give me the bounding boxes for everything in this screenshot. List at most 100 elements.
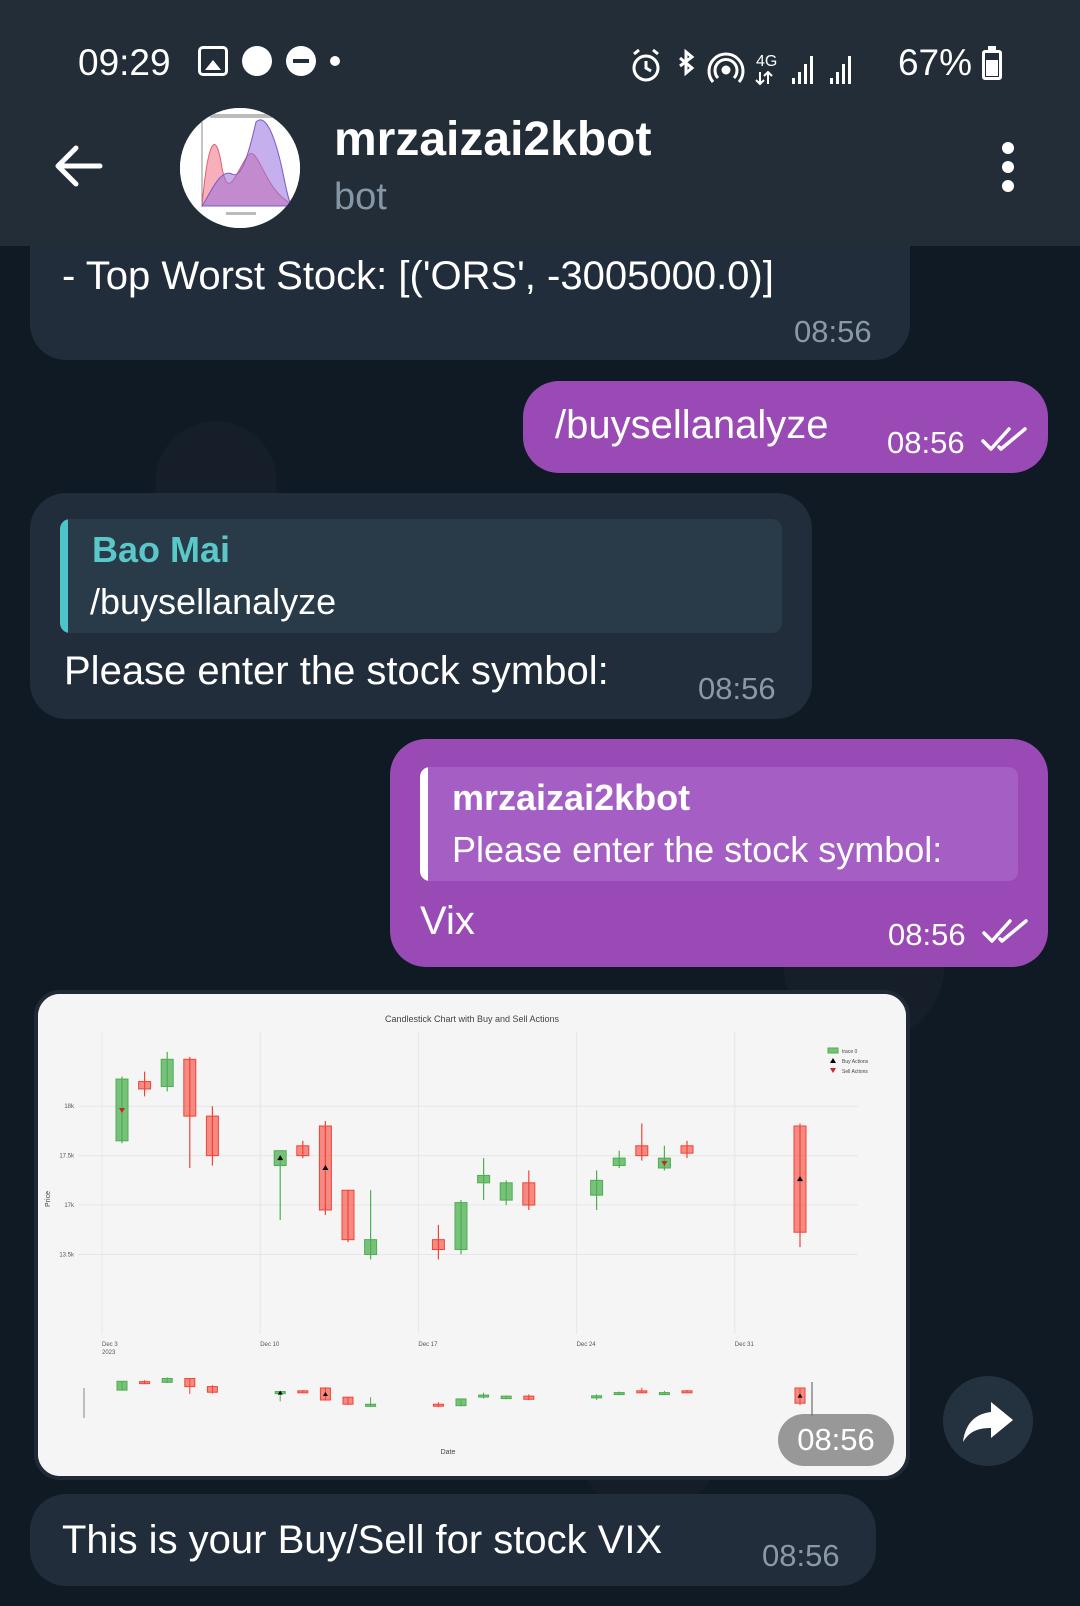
- mini-candle-body: [681, 1390, 693, 1394]
- bluetooth-icon: [679, 48, 695, 77]
- reply-quote[interactable]: Bao Mai /buysellanalyze: [60, 519, 782, 633]
- network-type: 4G: [756, 53, 777, 70]
- mini-candle-body: [613, 1392, 625, 1396]
- message-text: /buysellanalyze: [555, 403, 829, 447]
- candle: [454, 1200, 468, 1255]
- legend-label: Sell Actions: [842, 1069, 868, 1075]
- mini-candle: [116, 1380, 128, 1391]
- avatar-density-chart-image: [180, 108, 300, 228]
- candle-body: [364, 1239, 378, 1255]
- outgoing-message[interactable]: mrzaizai2kbot Please enter the stock sym…: [390, 739, 1048, 967]
- message-text: - Top Worst Stock: [('ORS', -3005000.0)]: [62, 254, 774, 298]
- mini-candle-body: [455, 1398, 467, 1407]
- image-time: 08:56: [778, 1414, 894, 1466]
- message-time: 08:56: [794, 314, 872, 349]
- x-tick-label: Dec 24: [577, 1342, 597, 1348]
- candle-body: [477, 1174, 491, 1184]
- mini-candle: [297, 1390, 309, 1394]
- candlestick-chart: Candlestick Chart with Buy and Sell Acti…: [38, 994, 906, 1476]
- read-checkmarks-icon: [982, 919, 1028, 943]
- mini-candle-body: [432, 1403, 444, 1407]
- mini-candle-body: [161, 1377, 173, 1383]
- mini-candle-body: [206, 1386, 218, 1393]
- mini-candle: [161, 1377, 173, 1384]
- mini-candle: [342, 1396, 354, 1405]
- mini-candle-body: [636, 1390, 648, 1394]
- alarm-icon: [632, 48, 660, 82]
- mini-candle-body: [342, 1396, 354, 1405]
- message-time: 08:56: [888, 917, 966, 952]
- message-text: Please enter the stock symbol:: [64, 649, 609, 693]
- x-tick-label: Dec 3: [102, 1342, 118, 1348]
- mini-candle: [455, 1398, 467, 1407]
- candle: [341, 1189, 355, 1243]
- x-tick-label: 2023: [102, 1350, 116, 1356]
- reply-text: Please enter the stock symbol:: [452, 829, 943, 870]
- mini-candle-body: [139, 1381, 151, 1385]
- chart-image-message[interactable]: Candlestick Chart with Buy and Sell Acti…: [34, 990, 910, 1480]
- candle-body: [590, 1179, 604, 1196]
- mini-candle-body: [184, 1377, 196, 1388]
- candle: [793, 1123, 807, 1248]
- candle-body: [205, 1115, 219, 1157]
- read-checkmarks-icon: [981, 427, 1027, 451]
- mini-candle-body: [500, 1395, 512, 1400]
- incoming-message[interactable]: Bao Mai /buysellanalyze Please enter the…: [30, 493, 812, 719]
- message-text: This is your Buy/Sell for stock VIX: [62, 1518, 663, 1562]
- gallery-icon: [198, 46, 228, 76]
- legend-swatch-candle: [827, 1047, 839, 1054]
- bot-avatar[interactable]: [180, 108, 300, 228]
- x-tick-label: Dec 10: [260, 1342, 280, 1348]
- chart-title: Candlestick Chart with Buy and Sell Acti…: [385, 1014, 560, 1024]
- x-tick-label: Dec 31: [735, 1342, 755, 1348]
- legend-label: trace 0: [842, 1049, 858, 1055]
- battery-icon: [982, 46, 1002, 80]
- mini-candle: [206, 1385, 218, 1394]
- reply-text: /buysellanalyze: [90, 581, 337, 622]
- messenger-icon: [242, 46, 272, 76]
- reply-sender: Bao Mai: [92, 529, 231, 570]
- mini-candle-body: [658, 1392, 670, 1396]
- mini-candle-body: [297, 1390, 309, 1394]
- message-time: 08:56: [887, 425, 965, 460]
- candle-body: [296, 1145, 310, 1157]
- candle-body: [454, 1202, 468, 1251]
- outgoing-message[interactable]: /buysellanalyze 08:56: [523, 381, 1048, 473]
- chat-subtitle: bot: [334, 176, 387, 218]
- candle-body: [522, 1182, 536, 1206]
- x-axis-label: Date: [441, 1449, 456, 1456]
- y-axis-label: Price: [45, 1191, 52, 1207]
- y-tick-label: 17k: [64, 1203, 75, 1209]
- candle-body: [680, 1145, 694, 1154]
- candle-body: [635, 1145, 649, 1157]
- y-tick-label: 17.5k: [59, 1154, 75, 1160]
- legend-label: Buy Actions: [842, 1059, 869, 1065]
- message-text: Vix: [420, 899, 475, 943]
- candle-body: [499, 1182, 513, 1201]
- mini-candle-body: [116, 1380, 128, 1391]
- dnd-icon: [286, 46, 316, 76]
- data-arrows-icon: [755, 70, 773, 86]
- message-time: 08:56: [698, 671, 776, 706]
- message-time: 08:56: [762, 1538, 840, 1573]
- chat-title: mrzaizai2kbot: [334, 113, 652, 166]
- system-icons: 4G: [632, 48, 851, 86]
- share-button[interactable]: [943, 1376, 1033, 1466]
- candle-body: [138, 1081, 152, 1090]
- y-tick-label: 18k: [64, 1104, 75, 1110]
- mini-candle-body: [365, 1403, 377, 1407]
- mini-candle: [681, 1390, 693, 1394]
- mini-candle-body: [523, 1395, 535, 1400]
- signal-icon-1: [792, 56, 813, 84]
- reply-quote[interactable]: mrzaizai2kbot Please enter the stock sym…: [420, 767, 1018, 881]
- notification-icons: [198, 46, 340, 76]
- incoming-message[interactable]: This is your Buy/Sell for stock VIX 08:5…: [30, 1494, 876, 1586]
- candle-body: [612, 1157, 626, 1167]
- back-arrow-icon[interactable]: [50, 138, 106, 194]
- candle-body: [160, 1058, 174, 1087]
- y-tick-label: 13.5k: [59, 1252, 75, 1258]
- reply-accent-bar: [420, 767, 428, 881]
- more-options-icon[interactable]: [1000, 142, 1016, 196]
- mini-candle-body: [591, 1395, 603, 1399]
- more-notifications-icon: [330, 56, 340, 66]
